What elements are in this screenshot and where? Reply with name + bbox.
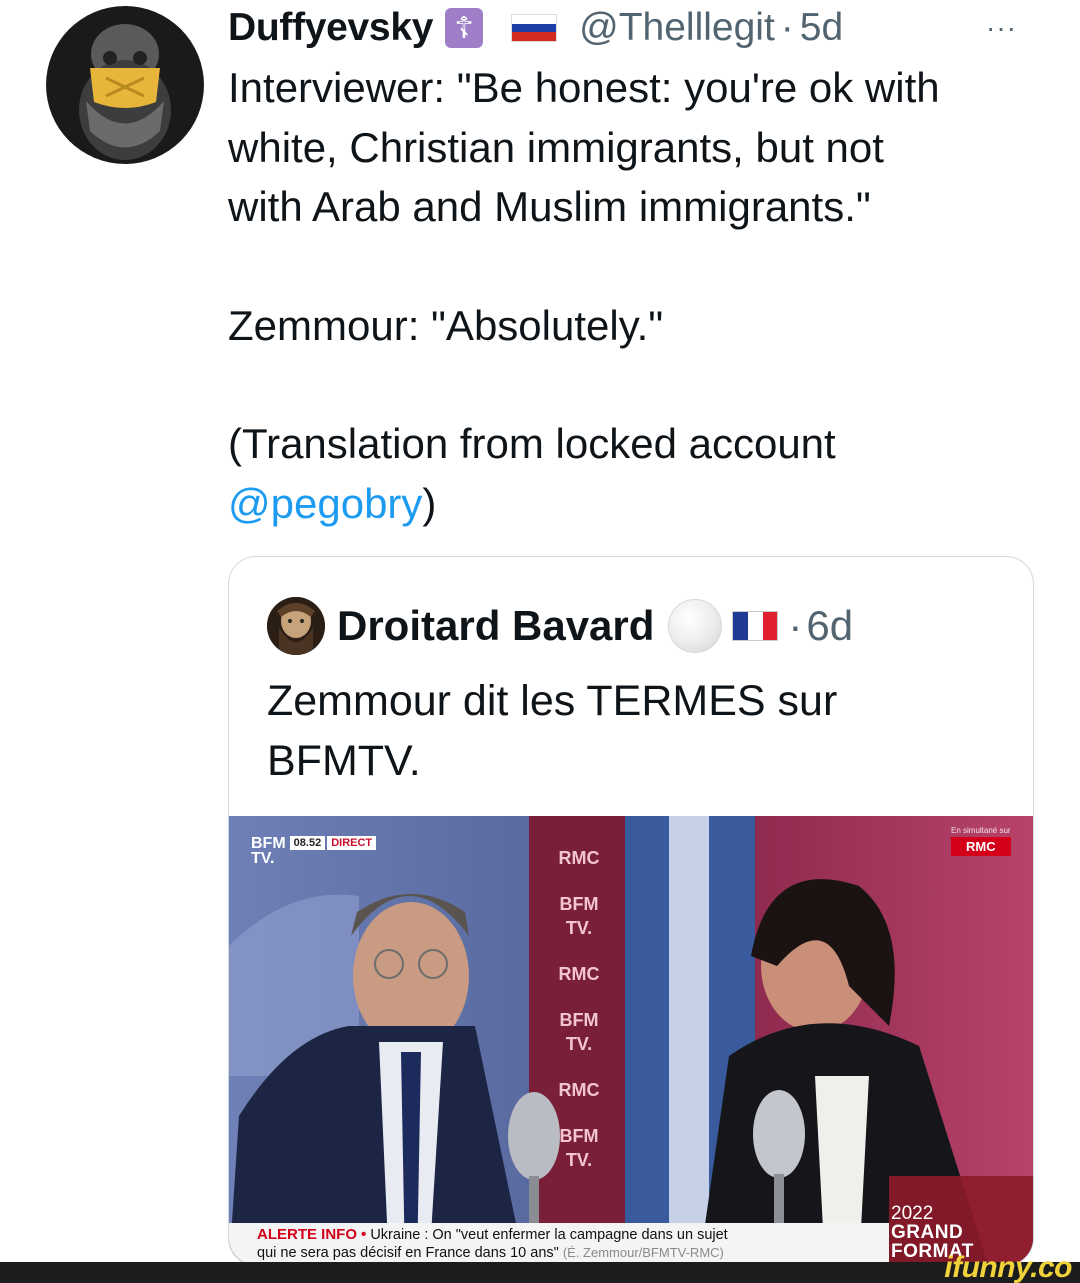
white-circle-icon [668, 599, 723, 653]
author-avatar[interactable] [46, 6, 204, 164]
quote-header: Droitard Bavard · 6d [267, 595, 853, 657]
ifunny-watermark: ifunny.co [944, 1251, 1072, 1283]
footer-bar [0, 1262, 1080, 1283]
video-thumbnail[interactable]: RMC BFM TV. RMC BFM TV. RMC BFM TV. BFM … [229, 816, 1033, 1265]
quote-text: Zemmour dit les TERMES sur BFMTV. [267, 677, 838, 785]
tweet-paragraph-translation: (Translation from locked account @pegobry… [228, 414, 1048, 533]
ticker-text-line2: qui ne sera pas décisif en France dans 1… [257, 1245, 559, 1261]
news-ticker: ALERTE INFO • Ukraine : On "veut enferme… [229, 1223, 889, 1265]
france-flag-icon [732, 611, 779, 641]
bfmtv-logo-text: BFM TV. [251, 835, 286, 867]
ticker-line2: qui ne sera pas décisif en France dans 1… [257, 1244, 889, 1262]
translation-text: (Translation from locked account [228, 420, 836, 467]
ticker-line1: ALERTE INFO • Ukraine : On "veut enferme… [257, 1226, 889, 1244]
more-options-icon[interactable]: ··· [986, 12, 1017, 44]
ticker-source: (É. Zemmour/BFMTV-RMC) [562, 1245, 724, 1260]
video-scene [229, 816, 1033, 1265]
bfmtv-corner-logo: BFM TV. 08.52 DIRECT [251, 835, 377, 867]
wall-logo-bfm: BFM TV. [559, 1126, 599, 1170]
tweet-paragraph-zemmour: Zemmour: "Absolutely." [228, 301, 664, 349]
quote-separator-dot: · [788, 602, 803, 649]
mention-link[interactable]: @pegobry [228, 480, 422, 527]
quote-avatar-image [267, 597, 325, 655]
author-handle[interactable]: @Thelllegit [579, 6, 775, 50]
closing-paren: ) [422, 479, 437, 527]
quoted-tweet-card[interactable]: Droitard Bavard · 6d Zemmour dit les TER… [228, 556, 1034, 1266]
tweet-text: Interviewer: "Be honest: you're ok with … [228, 58, 1048, 533]
quote-author-avatar[interactable] [267, 597, 325, 655]
ticker-bullet: • [361, 1226, 367, 1243]
wall-logo-rmc: RMC [558, 848, 600, 868]
studio-wall-logos: RMC BFM TV. RMC BFM TV. RMC BFM TV. [545, 846, 613, 1172]
wall-logo-rmc: RMC [558, 1080, 600, 1100]
quote-timestamp[interactable]: 6d [806, 602, 853, 650]
separator-dot: · [780, 6, 794, 49]
wall-logo-bfm: BFM TV. [559, 894, 599, 938]
wall-logo-bfm: BFM TV. [559, 1010, 599, 1054]
broadcast-time: 08.52 [289, 836, 326, 850]
avatar-image [46, 6, 204, 164]
wall-logo-rmc: RMC [558, 964, 600, 984]
tweet-paragraph-interviewer: Interviewer: "Be honest: you're ok with … [228, 64, 940, 230]
live-badge: DIRECT [327, 836, 377, 850]
author-display-name[interactable]: Duffyevsky [228, 6, 433, 50]
tweet-timestamp[interactable]: 5d [800, 6, 843, 50]
ticker-alert-label: ALERTE INFO [257, 1226, 357, 1243]
simulcast-label: En simultané sur [951, 826, 1011, 835]
orthodox-cross-icon: ☦ [445, 8, 484, 48]
show-name-line1: GRAND [891, 1222, 964, 1243]
quote-author-name[interactable]: Droitard Bavard [337, 602, 654, 650]
russia-flag-icon [511, 14, 558, 42]
rmc-logo: RMC [951, 837, 1011, 856]
rmc-simulcast-logo: En simultané sur RMC [951, 826, 1011, 856]
tweet-header: Duffyevsky ☦ @Thelllegit · 5d [228, 2, 843, 54]
ticker-text-line1: Ukraine : On "veut enfermer la campagne … [370, 1227, 728, 1243]
show-year: 2022 [891, 1203, 934, 1224]
